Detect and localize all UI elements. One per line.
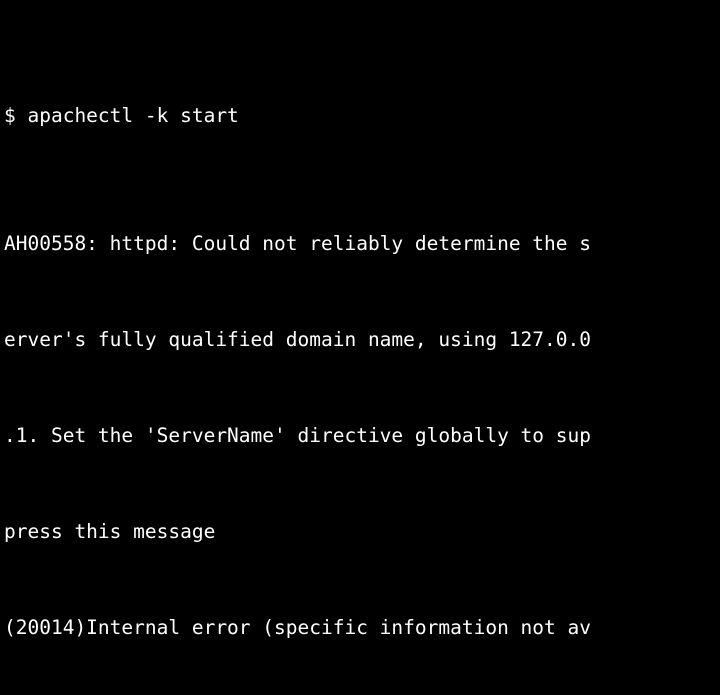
terminal-output-line: AH00558: httpd: Could not reliably deter… bbox=[4, 232, 591, 255]
terminal-command-line: $ apachectl -k start bbox=[4, 104, 239, 127]
terminal-output-line: erver's fully qualified domain name, usi… bbox=[4, 328, 591, 351]
terminal-output-line: press this message bbox=[4, 520, 216, 543]
terminal-output-line: .1. Set the 'ServerName' directive globa… bbox=[4, 424, 591, 447]
terminal-window[interactable]: $ apachectl -k start AH00558: httpd: Cou… bbox=[0, 0, 720, 695]
terminal-output-line: (20014)Internal error (specific informat… bbox=[4, 616, 591, 639]
terminal-output-area[interactable]: $ apachectl -k start AH00558: httpd: Cou… bbox=[4, 4, 720, 695]
